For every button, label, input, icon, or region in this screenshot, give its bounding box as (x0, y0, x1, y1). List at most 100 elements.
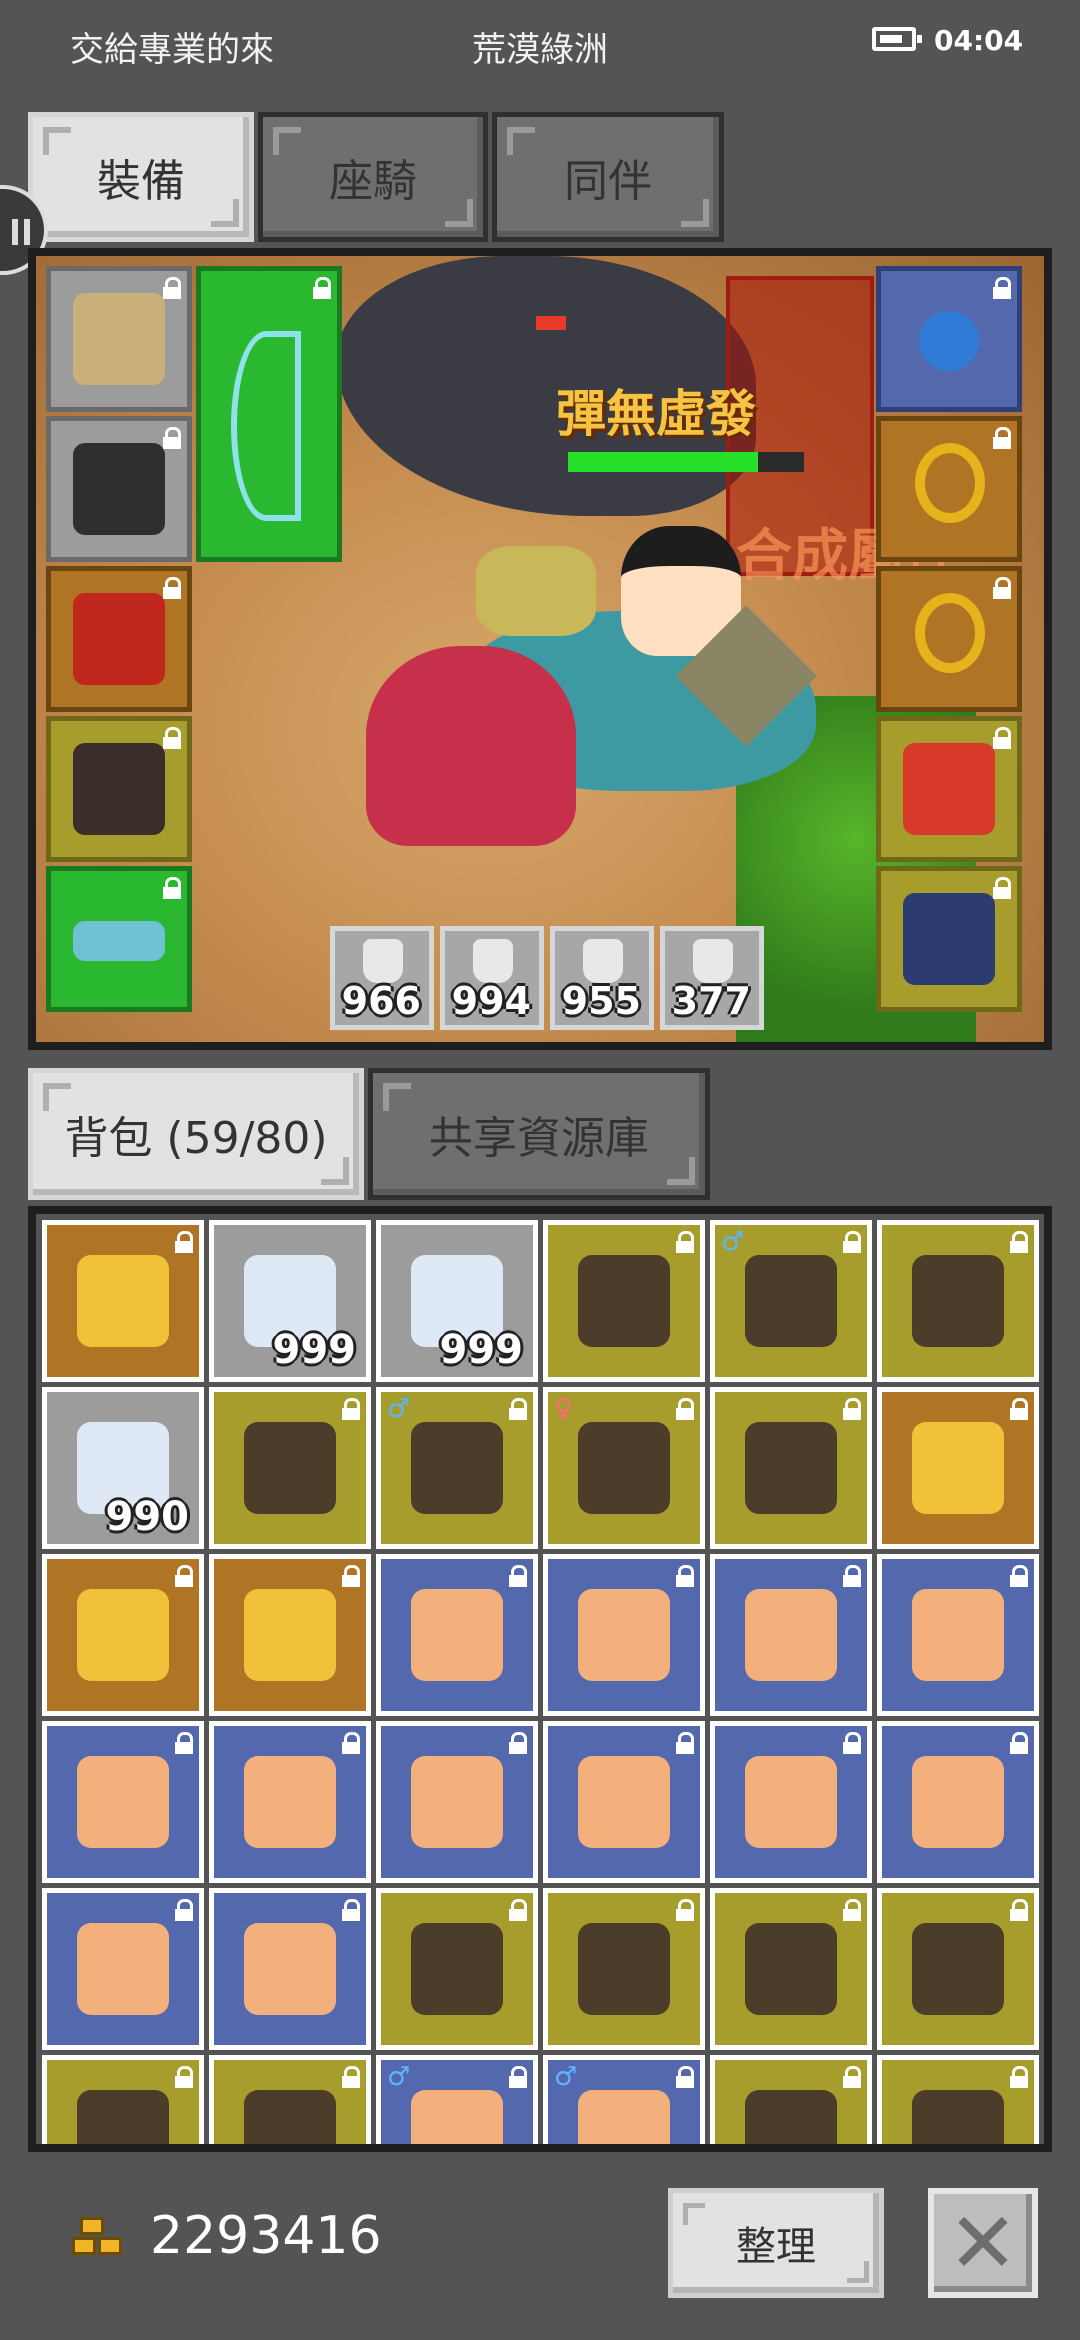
lock-icon (313, 277, 331, 299)
backpack-slot[interactable]: ♂ (376, 2055, 538, 2144)
lock-icon (175, 1732, 193, 1754)
potion-slot-2[interactable]: 994 (440, 926, 544, 1030)
boots-icon (73, 743, 165, 835)
tab-mount[interactable]: 座騎 (258, 112, 488, 242)
backpack-slot[interactable] (877, 1721, 1039, 1883)
lock-icon (175, 2066, 193, 2088)
backpack-slot[interactable] (710, 1387, 872, 1549)
item-icon (578, 1756, 670, 1848)
hp-fill (568, 452, 758, 472)
corner-decoration (667, 1157, 695, 1185)
item-icon (77, 1255, 169, 1347)
potion-slot-4[interactable]: 377 (660, 926, 764, 1030)
lock-icon (163, 427, 181, 449)
equip-slot-belt[interactable] (46, 866, 192, 1012)
backpack-slot[interactable] (710, 2055, 872, 2144)
backpack-grid[interactable]: 999 999 ♂ 990 ♂ ♀ ♂ ♂ (28, 1206, 1052, 2152)
equip-slot-armor[interactable] (46, 416, 192, 562)
lock-icon (509, 1398, 527, 1420)
backpack-slot[interactable] (42, 1220, 204, 1382)
item-icon (912, 1255, 1004, 1347)
backpack-slot[interactable] (877, 1220, 1039, 1382)
backpack-slot[interactable] (42, 1554, 204, 1716)
lock-icon (175, 1899, 193, 1921)
item-icon (77, 1589, 169, 1681)
lock-icon (843, 1899, 861, 1921)
backpack-slot[interactable] (209, 1888, 371, 2050)
backpack-slot[interactable]: 990 (42, 1387, 204, 1549)
lock-icon (1010, 1732, 1028, 1754)
equip-slot-helmet[interactable] (46, 266, 192, 412)
tab-label: 座騎 (329, 156, 417, 207)
lock-icon (993, 727, 1011, 749)
backpack-slot[interactable] (877, 2055, 1039, 2144)
tab-label: 裝備 (97, 156, 185, 207)
monster-hp-bar (568, 452, 804, 472)
item-icon (578, 1589, 670, 1681)
status-text: 交給專業的來 (70, 30, 274, 70)
equip-slot-weapon[interactable] (196, 266, 342, 562)
backpack-slot[interactable]: ♀ (543, 1387, 705, 1549)
backpack-slot[interactable] (710, 1721, 872, 1883)
backpack-slot[interactable] (710, 1554, 872, 1716)
character-scene: 彈無虛發 合成屬性 966 994 955 377 (28, 248, 1052, 1050)
lock-icon (843, 1398, 861, 1420)
pet-card-icon (903, 893, 995, 985)
tab-backpack[interactable]: 背包 (59/80) (28, 1068, 364, 1200)
backpack-slot[interactable]: ♂ (543, 2055, 705, 2144)
equip-slot-ring-2[interactable] (876, 566, 1022, 712)
lock-icon (342, 1398, 360, 1420)
equip-slot-gloves[interactable] (46, 566, 192, 712)
backpack-slot[interactable]: 999 (376, 1220, 538, 1382)
backpack-slot[interactable] (376, 1888, 538, 2050)
backpack-slot[interactable]: ♂ (376, 1387, 538, 1549)
tab-shared-storage[interactable]: 共享資源庫 (368, 1068, 710, 1200)
equip-slot-boots[interactable] (46, 716, 192, 862)
item-icon (244, 1589, 336, 1681)
tab-companion[interactable]: 同伴 (492, 112, 724, 242)
backpack-slot[interactable] (877, 1387, 1039, 1549)
item-icon (745, 1255, 837, 1347)
equip-slot-necklace[interactable] (876, 266, 1022, 412)
gender-icon: ♂ (387, 2062, 411, 2092)
close-button[interactable]: ✕ (928, 2188, 1038, 2298)
equip-slot-mount-card[interactable] (876, 716, 1022, 862)
backpack-slot[interactable] (42, 2055, 204, 2144)
lock-icon (1010, 1231, 1028, 1253)
lock-icon (1010, 2066, 1028, 2088)
backpack-slot[interactable] (543, 1888, 705, 2050)
backpack-slot[interactable] (543, 1554, 705, 1716)
backpack-slot[interactable] (710, 1888, 872, 2050)
backpack-slot[interactable]: ♂ (710, 1220, 872, 1382)
sort-button[interactable]: 整理 (668, 2188, 884, 2298)
item-icon (411, 2090, 503, 2144)
equip-slot-ring-1[interactable] (876, 416, 1022, 562)
backpack-slot[interactable] (543, 1721, 705, 1883)
corner-decoration (683, 2203, 705, 2225)
backpack-slot[interactable] (209, 1387, 371, 1549)
backpack-slot[interactable] (543, 1220, 705, 1382)
potion-slot-3[interactable]: 955 (550, 926, 654, 1030)
potion-count: 955 (561, 979, 641, 1023)
potion-slot-1[interactable]: 966 (330, 926, 434, 1030)
backpack-slot[interactable] (209, 2055, 371, 2144)
backpack-slot[interactable] (877, 1554, 1039, 1716)
tab-equipment[interactable]: 裝備 (28, 112, 254, 242)
backpack-slot[interactable] (877, 1888, 1039, 2050)
backpack-slot[interactable]: 999 (209, 1220, 371, 1382)
item-icon (578, 1422, 670, 1514)
item-icon (912, 1756, 1004, 1848)
backpack-slot[interactable] (376, 1721, 538, 1883)
backpack-slot[interactable] (42, 1721, 204, 1883)
backpack-slot[interactable] (209, 1554, 371, 1716)
backpack-slot[interactable] (42, 1888, 204, 2050)
helmet-sprite (476, 546, 596, 636)
item-icon (745, 2090, 837, 2144)
backpack-slot[interactable] (209, 1721, 371, 1883)
lock-icon (1010, 1398, 1028, 1420)
lock-icon (175, 1565, 193, 1587)
equip-slot-pet-card[interactable] (876, 866, 1022, 1012)
location-name: 荒漠綠洲 (472, 30, 608, 70)
backpack-slot[interactable] (376, 1554, 538, 1716)
lock-icon (509, 2066, 527, 2088)
